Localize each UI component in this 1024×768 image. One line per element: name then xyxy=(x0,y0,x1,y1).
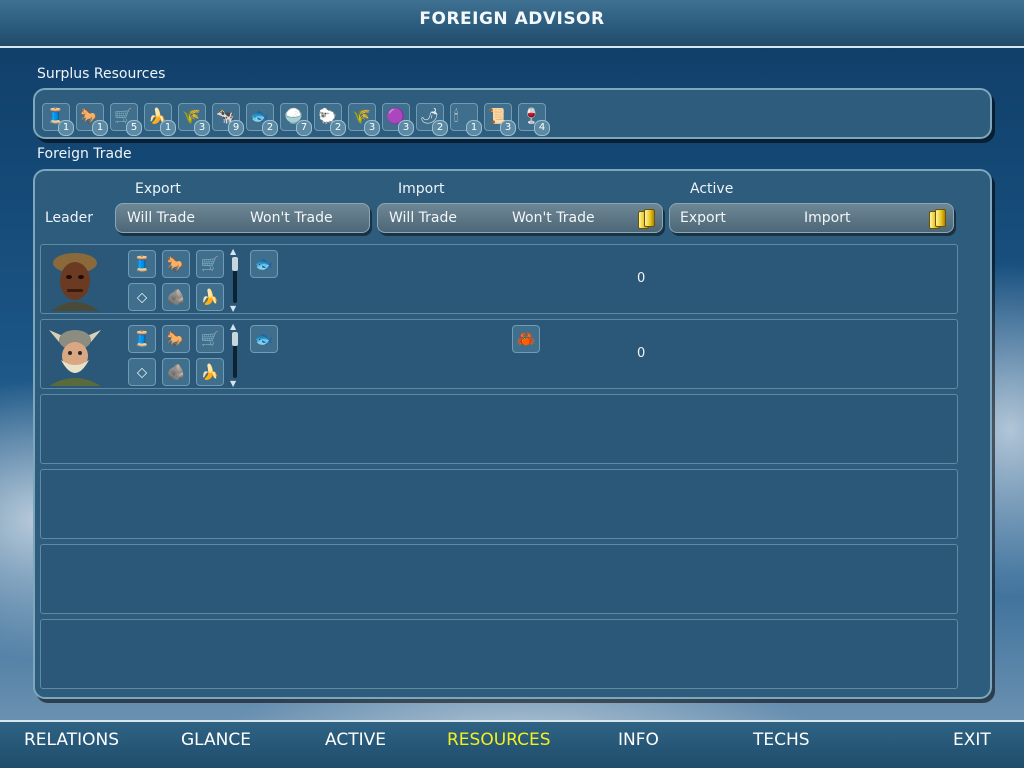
foreign-trade-label: Foreign Trade xyxy=(37,146,132,162)
horse-icon[interactable]: 🐎 1 xyxy=(76,103,108,136)
fish-icon[interactable]: 🐟 xyxy=(250,250,278,278)
resource-count-badge: 3 xyxy=(398,120,414,136)
wagon-icon[interactable]: 🛒 xyxy=(196,250,224,278)
import-heading: Import xyxy=(398,181,445,197)
fish-icon[interactable]: 🐟 2 xyxy=(246,103,278,136)
active-export-label: Export xyxy=(680,210,726,226)
resource-count-badge: 2 xyxy=(330,120,346,136)
resource-count-badge: 7 xyxy=(296,120,312,136)
scroll-thumb[interactable] xyxy=(232,332,238,346)
resource-count-badge: 1 xyxy=(160,120,176,136)
resource-count-badge: 3 xyxy=(364,120,380,136)
copper-spool-icon[interactable]: 🧵 xyxy=(128,250,156,278)
active-heading: Active xyxy=(690,181,734,197)
viking-leader-portrait[interactable] xyxy=(45,324,105,386)
resource-count-badge: 2 xyxy=(432,120,448,136)
spice-icon[interactable]: 🌶 2 xyxy=(416,103,448,136)
african-leader-portrait[interactable] xyxy=(45,249,105,311)
resource-count-badge: 1 xyxy=(58,120,74,136)
surplus-resources-panel: 🧵 1 🐎 1 🛒 5 🍌 1 🌾 3 🐄 9 🐟 2 🍚 7 🐑 2 🌾 3 🟣 3 🌶 2 🕯 1 📜 3 🍷 4 xyxy=(33,88,992,139)
resource-count-badge: 1 xyxy=(92,120,108,136)
gold-coins-icon xyxy=(637,209,655,229)
trade-row[interactable]: 🧵 🐎 🛒 ⬦ 🪨 🍌 ▲ ▼ 🐟 0 xyxy=(40,244,958,314)
resource-count-badge: 9 xyxy=(228,120,244,136)
export-heading: Export xyxy=(135,181,181,197)
sugar-cane-icon[interactable]: 🌾 3 xyxy=(178,103,210,136)
active-import-label: Import xyxy=(804,210,851,226)
resource-count-badge: 5 xyxy=(126,120,142,136)
export-wont-trade-label: Won't Trade xyxy=(250,210,333,226)
horse-icon[interactable]: 🐎 xyxy=(162,325,190,353)
export-header-pill[interactable]: Will Trade Won't Trade xyxy=(115,203,370,233)
title-bar: FOREIGN ADVISOR xyxy=(0,0,1024,48)
marble-icon[interactable]: ⬦ xyxy=(128,358,156,386)
empty-trade-row xyxy=(40,394,958,464)
import-header-pill[interactable]: Will Trade Won't Trade xyxy=(377,203,663,233)
scroll-down-icon[interactable]: ▼ xyxy=(230,304,236,313)
scroll-thumb[interactable] xyxy=(232,257,238,271)
rice-bowl-icon[interactable]: 🍚 7 xyxy=(280,103,312,136)
dye-icon[interactable]: 🟣 3 xyxy=(382,103,414,136)
wagon-icon[interactable]: 🛒 5 xyxy=(110,103,142,136)
banana-icon[interactable]: 🍌 xyxy=(196,283,224,311)
resource-count-badge: 1 xyxy=(466,120,482,136)
incense-icon[interactable]: 🕯 1 xyxy=(450,103,482,136)
nav-glance[interactable]: GLANCE xyxy=(181,730,251,750)
empty-trade-row xyxy=(40,469,958,539)
resource-count-badge: 2 xyxy=(262,120,278,136)
import-wont-trade-label: Won't Trade xyxy=(512,210,595,226)
gold-amount: 0 xyxy=(637,271,646,286)
nav-relations[interactable]: RELATIONS xyxy=(24,730,119,750)
resource-count-badge: 3 xyxy=(500,120,516,136)
nav-exit[interactable]: EXIT xyxy=(953,730,991,750)
gold-amount: 0 xyxy=(637,346,646,361)
bottom-nav-bar: RELATIONS GLANCE ACTIVE RESOURCES INFO T… xyxy=(0,720,1024,768)
active-header-pill[interactable]: Export Import xyxy=(669,203,954,233)
empty-trade-row xyxy=(40,544,958,614)
fish-icon[interactable]: 🐟 xyxy=(250,325,278,353)
marble-icon[interactable]: ⬦ xyxy=(128,283,156,311)
trade-row[interactable]: 🧵 🐎 🛒 ⬦ 🪨 🍌 ▲ ▼ 🐟 🦀 0 xyxy=(40,319,958,389)
banana-icon[interactable]: 🍌 xyxy=(196,358,224,386)
surplus-resources-label: Surplus Resources xyxy=(37,66,166,82)
nav-info[interactable]: INFO xyxy=(618,730,659,750)
nav-techs[interactable]: TECHS xyxy=(753,730,810,750)
sheep-icon[interactable]: 🐑 2 xyxy=(314,103,346,136)
resource-glyph: 🕯 xyxy=(454,107,459,125)
resource-count-badge: 3 xyxy=(194,120,210,136)
scroll-up-icon[interactable]: ▲ xyxy=(230,322,236,331)
stone-icon[interactable]: 🪨 xyxy=(162,358,190,386)
wheat-icon[interactable]: 🌾 3 xyxy=(348,103,380,136)
nav-active[interactable]: ACTIVE xyxy=(325,730,386,750)
resource-count-badge: 4 xyxy=(534,120,550,136)
copper-spool-icon[interactable]: 🧵 xyxy=(128,325,156,353)
scroll-up-icon[interactable]: ▲ xyxy=(230,247,236,256)
paper-icon[interactable]: 📜 3 xyxy=(484,103,516,136)
horse-icon[interactable]: 🐎 xyxy=(162,250,190,278)
silk-spool-icon[interactable]: 🧵 1 xyxy=(42,103,74,136)
empty-trade-row xyxy=(40,619,958,689)
nav-resources[interactable]: RESOURCES xyxy=(447,730,551,750)
foreign-trade-panel: Export Import Active Leader Will Trade W… xyxy=(33,169,992,699)
import-will-trade-label: Will Trade xyxy=(389,210,457,226)
export-will-trade-label: Will Trade xyxy=(127,210,195,226)
gold-coins-icon xyxy=(928,209,946,229)
leader-column-label: Leader xyxy=(45,210,94,226)
cattle-icon[interactable]: 🐄 9 xyxy=(212,103,244,136)
export-scrollbar[interactable]: ▲ ▼ xyxy=(230,322,238,388)
wine-icon[interactable]: 🍷 4 xyxy=(518,103,550,136)
wagon-icon[interactable]: 🛒 xyxy=(196,325,224,353)
screen-title: FOREIGN ADVISOR xyxy=(419,9,605,29)
banana-icon[interactable]: 🍌 1 xyxy=(144,103,176,136)
stone-icon[interactable]: 🪨 xyxy=(162,283,190,311)
scroll-down-icon[interactable]: ▼ xyxy=(230,379,236,388)
export-scrollbar[interactable]: ▲ ▼ xyxy=(230,247,238,313)
crab-icon[interactable]: 🦀 xyxy=(512,325,540,353)
